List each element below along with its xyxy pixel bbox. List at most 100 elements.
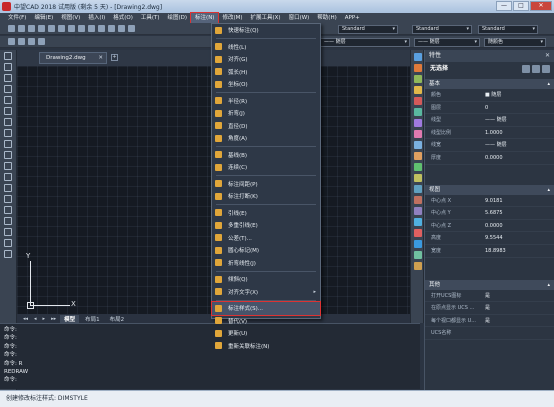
menu-insert[interactable]: 插入(I) [84,13,109,23]
make-block-icon[interactable] [4,184,12,192]
ellipse-arc-icon[interactable] [4,162,12,170]
dimension-menu-item[interactable]: 公差(T)... [212,232,320,245]
join-icon[interactable] [414,185,422,193]
dimension-menu-item[interactable]: 重新关联标注(N) [212,340,320,353]
spline-icon[interactable] [4,140,12,148]
property-row[interactable]: 打开UCS图标 是 [425,290,554,303]
close-properties-icon[interactable]: ✕ [545,50,550,62]
edit-polyline-icon[interactable] [414,229,422,237]
dimension-menu-item[interactable]: 对齐(G) [212,53,320,66]
section-misc[interactable]: 其他 [425,279,554,290]
menu-edit[interactable]: 编辑(E) [30,13,57,23]
maximize-button[interactable]: □ [513,1,529,11]
tab-model[interactable]: 模型 [60,314,80,323]
tab-layout1[interactable]: 布局1 [81,315,104,323]
dimension-menu-item[interactable]: 角度(A) [212,132,320,145]
rectangle-icon[interactable] [4,96,12,104]
chamfer-icon[interactable] [414,196,422,204]
zoom-icon[interactable] [108,25,115,32]
table-style-combo[interactable]: Standard [478,25,538,34]
command-input[interactable]: 命令: [4,376,420,384]
menu-tools[interactable]: 工具(T) [137,13,164,23]
layout-last-button[interactable]: ▸▸ [49,316,58,322]
table-icon[interactable] [4,239,12,247]
insert-block-icon[interactable] [4,173,12,181]
erase-icon[interactable] [414,53,422,61]
pan-icon[interactable] [98,25,105,32]
command-window[interactable]: 命令: 命令: 命令: 命令: 命令: R REDRAW 命令: [0,323,420,389]
rotate-icon[interactable] [414,119,422,127]
stretch-icon[interactable] [414,141,422,149]
quick-select-icon[interactable] [522,65,530,73]
ellipse-icon[interactable] [4,151,12,159]
menu-help[interactable]: 帮助(H) [313,13,340,23]
zoom-window-icon[interactable] [118,25,125,32]
mirror-icon[interactable] [414,75,422,83]
dimension-menu-item[interactable]: 多重引线(E) [212,219,320,232]
layer-manager-icon[interactable] [8,38,15,45]
menu-app[interactable]: APP+ [341,13,364,23]
region-icon[interactable] [4,228,12,236]
dimension-menu-item[interactable]: 引线(E) [212,207,320,220]
save-icon[interactable] [28,25,35,32]
lock-icon[interactable] [38,38,45,45]
close-button[interactable]: ✕ [530,1,552,11]
property-row[interactable]: 中心点 Z 0.0000 [425,220,554,233]
dimension-menu-item[interactable]: 标注打断(K) [212,190,320,203]
paste-icon[interactable] [68,25,75,32]
selection-dropdown[interactable]: 无选择 [425,62,554,76]
property-row[interactable]: 宽度 18.8983 [425,245,554,258]
dimension-menu-item[interactable]: 线性(L) [212,41,320,54]
print-icon[interactable] [38,25,45,32]
xline-icon[interactable] [4,63,12,71]
hatch-icon[interactable] [4,206,12,214]
menu-express-tools[interactable]: 扩展工具(X) [247,13,285,23]
dimension-menu-item[interactable]: 直径(D) [212,120,320,133]
layout-prev-button[interactable]: ◂ [32,316,39,322]
dimension-menu-item[interactable]: 坐标(O) [212,78,320,91]
property-row[interactable]: 中心点 Y 5.6875 [425,207,554,220]
color-combo[interactable]: —— 随层 [320,38,410,47]
lineweight-combo[interactable]: 随颜色 [484,38,546,47]
menu-window[interactable]: 窗口(W) [285,13,314,23]
sun-icon[interactable] [28,38,35,45]
line-icon[interactable] [4,52,12,60]
move-icon[interactable] [414,108,422,116]
menu-format[interactable]: 格式(O) [109,13,137,23]
revision-cloud-icon[interactable] [4,129,12,137]
dimension-menu-item[interactable]: 标注样式(S)... [211,301,321,316]
point-icon[interactable] [4,195,12,203]
property-row[interactable]: 图层 0 [425,102,554,115]
polyline-icon[interactable] [4,74,12,82]
property-row[interactable]: 厚度 0.0000 [425,152,554,165]
dimension-menu-item[interactable]: 圆心标记(M) [212,244,320,257]
circle-icon[interactable] [4,118,12,126]
dimension-menu-item[interactable]: 倾斜(Q) [212,273,320,286]
dimension-menu-item[interactable]: 替代(V) [212,315,320,328]
explode-icon[interactable] [414,218,422,226]
dimension-menu-item[interactable]: 折弯(J) [212,107,320,120]
gradient-icon[interactable] [4,217,12,225]
new-file-icon[interactable] [8,25,15,32]
break-icon[interactable] [414,174,422,182]
open-file-icon[interactable] [18,25,25,32]
trim-icon[interactable] [414,152,422,160]
redo-icon[interactable] [88,25,95,32]
text-style-combo[interactable]: Standard [338,25,398,34]
section-view[interactable]: 视图 [425,184,554,195]
property-row[interactable]: 在原点显示 UCS ... 是 [425,302,554,315]
copy-object-icon[interactable] [414,64,422,72]
offset-icon[interactable] [414,86,422,94]
arc-icon[interactable] [4,107,12,115]
match-properties-icon[interactable] [414,240,422,248]
dimension-menu-item[interactable]: 对齐文字(X) ▸ [212,286,320,299]
close-tab-icon[interactable]: ✕ [98,53,103,63]
fillet-icon[interactable] [414,207,422,215]
dimension-menu-item[interactable]: 标注间距(P) [212,178,320,191]
property-row[interactable]: 中心点 X 9.0181 [425,195,554,208]
minimize-button[interactable]: — [496,1,512,11]
property-row[interactable]: 线型比例 1.0000 [425,127,554,140]
dimension-menu-item[interactable]: 半径(R) [212,95,320,108]
cut-icon[interactable] [48,25,55,32]
menu-file[interactable]: 文件(F) [4,13,30,23]
